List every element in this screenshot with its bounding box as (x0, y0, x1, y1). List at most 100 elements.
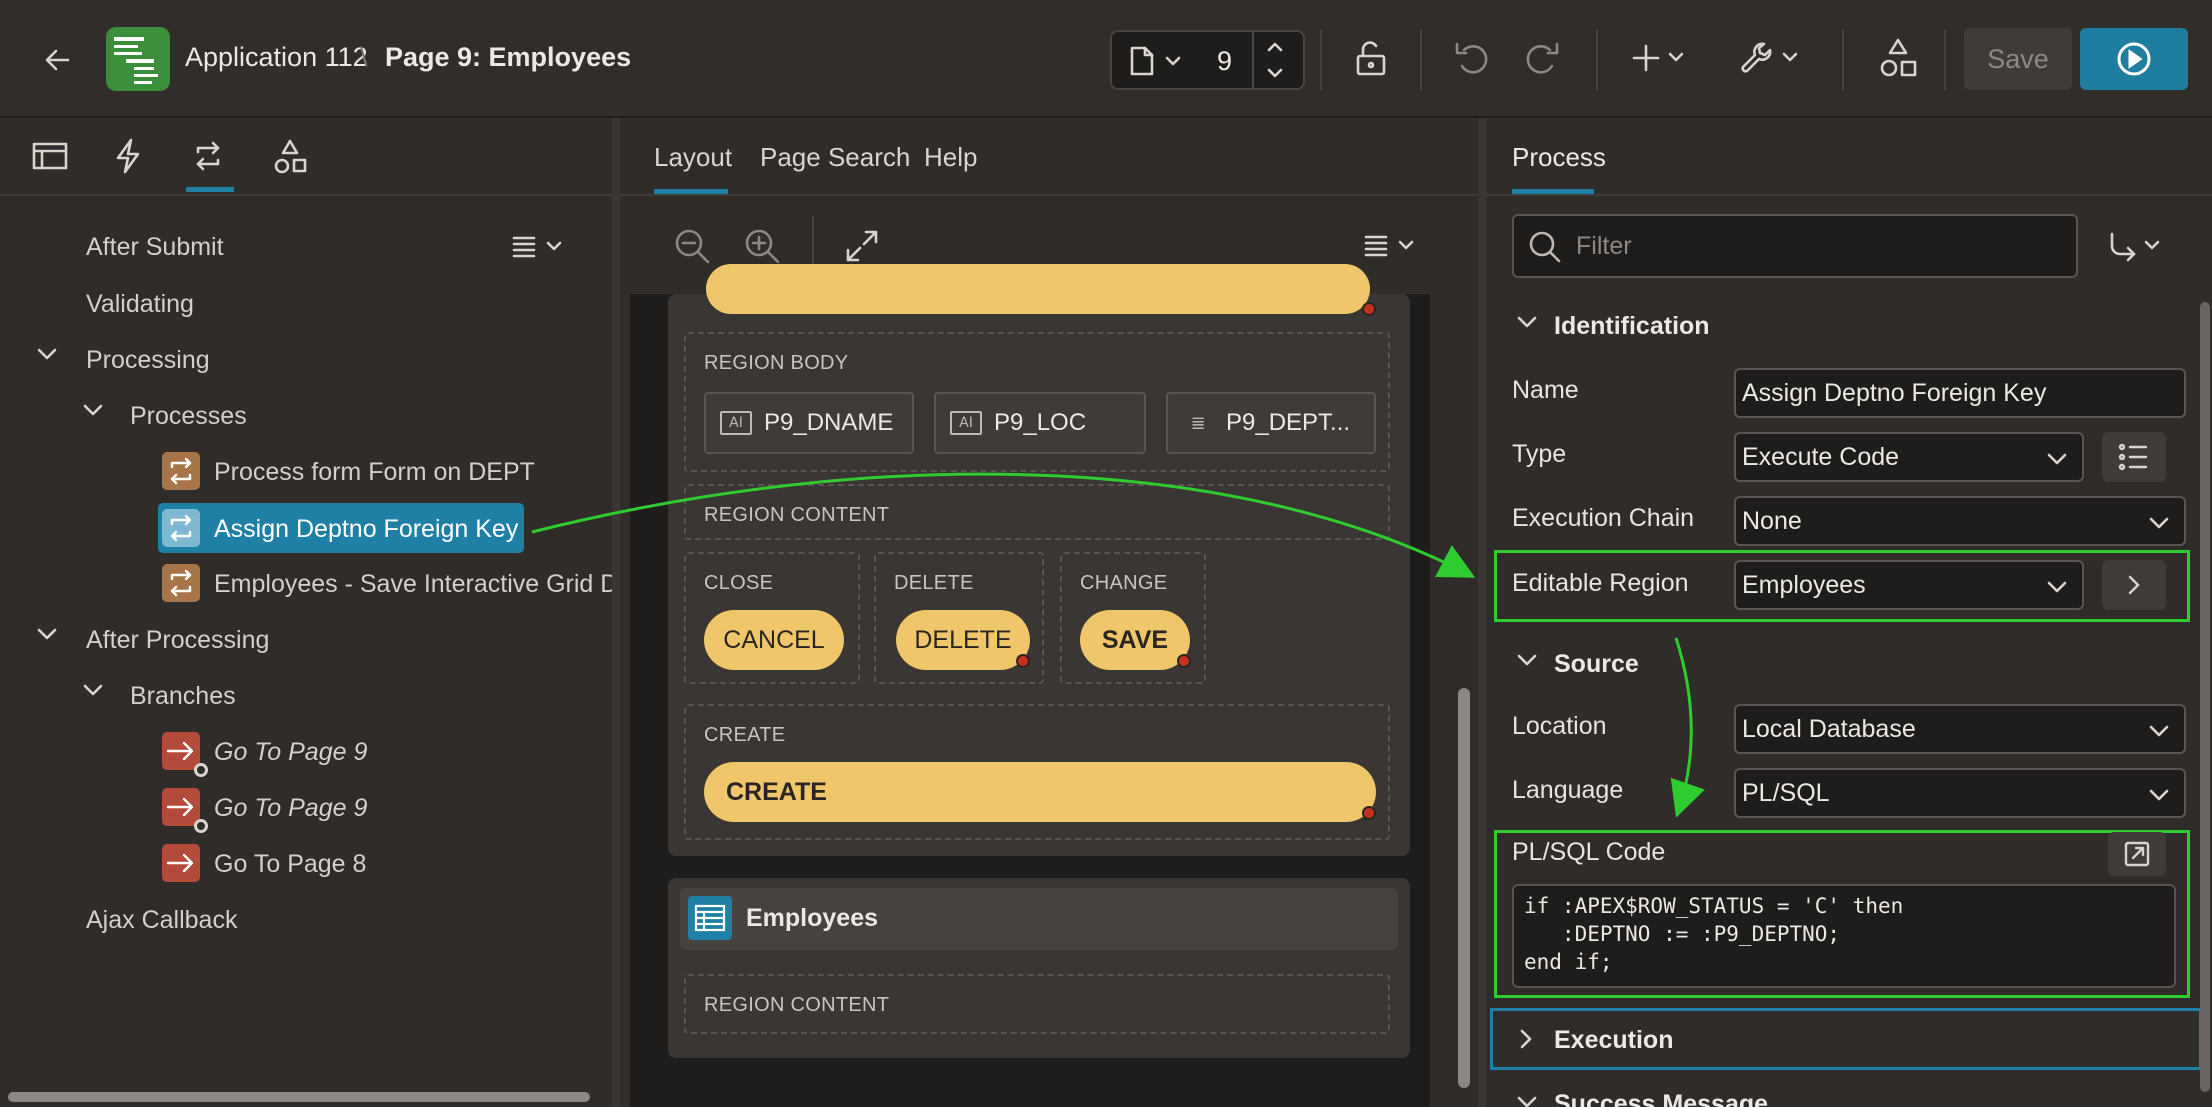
location-select[interactable]: Local Database (1734, 704, 2186, 754)
wrench-icon[interactable] (1738, 38, 1808, 78)
delete-slot-label: DELETE (894, 572, 974, 594)
section-success-message[interactable]: Success Message (1554, 1090, 1768, 1107)
chevron-right-icon[interactable] (1518, 1028, 1534, 1050)
page-down-icon[interactable] (1264, 64, 1286, 82)
chevron-down-icon (2046, 451, 2068, 467)
top-toolbar: Application 112 \ Page 9: Employees 9 Sa… (0, 0, 2212, 118)
execution-chain-select[interactable]: None (1734, 496, 2186, 546)
rendering-tab-icon[interactable] (32, 140, 68, 172)
unlock-icon[interactable] (1350, 38, 1390, 78)
tree-node-validating[interactable]: Validating (86, 290, 194, 319)
condition-dot-icon (194, 819, 208, 833)
center-tabs: Layout Page Search Help (620, 118, 1478, 196)
save-button[interactable]: Save (1964, 28, 2072, 90)
expand-code-editor-button[interactable] (2108, 832, 2166, 876)
change-slot-label: CHANGE (1080, 572, 1168, 594)
tree-node-processes[interactable]: Processes (130, 402, 247, 431)
chevron-down-icon[interactable] (1164, 54, 1182, 68)
vertical-scrollbar[interactable] (2200, 302, 2210, 1092)
language-label: Language (1512, 776, 1624, 804)
layout-panel: Layout Page Search Help REGION BODY AI P9… (620, 118, 1478, 1107)
undo-icon[interactable] (1452, 38, 1492, 78)
page-title: Page 9: Employees (385, 42, 632, 72)
tree-node-after-processing[interactable]: After Processing (86, 626, 269, 655)
condition-dot-icon (1177, 654, 1191, 668)
item-p9-deptno[interactable]: ≣ P9_DEPT... (1166, 392, 1376, 454)
horizontal-scrollbar[interactable] (8, 1092, 590, 1102)
vertical-scrollbar[interactable] (1458, 688, 1470, 1088)
page-up-icon[interactable] (1264, 38, 1286, 56)
chevron-down-icon[interactable] (1516, 314, 1538, 330)
tree-node-branch-1[interactable]: Go To Page 9 (214, 738, 367, 767)
zoom-in-icon[interactable] (742, 226, 782, 266)
go-to-region-button[interactable] (2102, 560, 2166, 610)
chevron-down-icon[interactable] (1516, 1094, 1538, 1107)
redo-icon[interactable] (1522, 38, 1562, 78)
employees-region-title: Employees (746, 904, 879, 932)
name-label: Name (1512, 376, 1579, 404)
chevron-down-icon (2148, 515, 2170, 531)
shared-components-tab-icon[interactable] (272, 138, 308, 176)
create-slot-label: CREATE (704, 724, 786, 746)
name-field[interactable]: Assign Deptno Foreign Key (1734, 368, 2186, 418)
chevron-down-icon[interactable] (1516, 652, 1538, 668)
type-select[interactable]: Execute Code (1734, 432, 2084, 482)
back-arrow-icon[interactable] (40, 42, 76, 78)
item-p9-dname[interactable]: AI P9_DNAME (704, 392, 914, 454)
tree-node-processing[interactable]: Processing (86, 346, 210, 375)
tree-node-branch-2[interactable]: Go To Page 9 (214, 794, 367, 823)
add-icon[interactable] (1630, 40, 1694, 76)
branch-icon (162, 732, 200, 770)
language-select[interactable]: PL/SQL (1734, 768, 2186, 818)
go-to-group-icon[interactable] (2106, 230, 2170, 262)
page-number[interactable]: 9 (1217, 46, 1232, 77)
item-p9-loc[interactable]: AI P9_LOC (934, 392, 1146, 454)
app-icon[interactable] (106, 27, 170, 91)
tab-help[interactable]: Help (924, 142, 977, 173)
cancel-button[interactable]: CANCEL (704, 610, 844, 670)
filter-input[interactable]: Filter (1512, 214, 2078, 278)
tree-node-employees-save[interactable]: Employees - Save Interactive Grid Data (214, 570, 612, 599)
tree-node-ajax-callback[interactable]: Ajax Callback (86, 906, 237, 935)
menu-icon[interactable] (510, 231, 570, 263)
shared-components-icon[interactable] (1878, 36, 1918, 80)
create-button[interactable]: CREATE (704, 762, 1376, 822)
editable-region-select[interactable]: Employees (1734, 560, 2084, 610)
employees-region-content-label: REGION CONTENT (704, 994, 890, 1016)
app-title[interactable]: Application 112 (185, 42, 368, 73)
section-identification[interactable]: Identification (1554, 312, 1710, 341)
chevron-down-icon[interactable] (36, 626, 58, 642)
tree-node-process-form[interactable]: Process form Form on DEPT (214, 458, 535, 487)
process-icon (162, 509, 200, 547)
type-list-button[interactable] (2102, 432, 2166, 482)
chevron-down-icon[interactable] (82, 682, 104, 698)
plsql-code-editor[interactable]: if :APEX$ROW_STATUS = 'C' then :DEPTNO :… (1512, 884, 2176, 988)
region-button-top[interactable] (706, 264, 1370, 314)
save-region-button[interactable]: SAVE (1080, 610, 1190, 670)
tab-page-search[interactable]: Page Search (760, 142, 910, 173)
tree-node-assign-deptno[interactable]: Assign Deptno Foreign Key (214, 515, 518, 544)
page-selector[interactable]: 9 (1110, 30, 1305, 90)
tab-layout[interactable]: Layout (654, 142, 732, 173)
region-content-label: REGION CONTENT (704, 504, 890, 526)
tree-node-branches[interactable]: Branches (130, 682, 236, 711)
chevron-down-icon[interactable] (82, 402, 104, 418)
tree-node-branch-3[interactable]: Go To Page 8 (214, 850, 366, 879)
filter-placeholder: Filter (1576, 232, 1632, 260)
left-panel: After Submit Validating Processing Proce… (0, 118, 620, 1107)
execution-chain-label: Execution Chain (1512, 504, 1695, 532)
tree-node-after-submit[interactable]: After Submit (86, 233, 224, 262)
processing-tab-icon[interactable] (190, 138, 226, 174)
tab-process[interactable]: Process (1512, 142, 1606, 173)
chevron-down-icon[interactable] (36, 346, 58, 362)
section-source[interactable]: Source (1554, 650, 1639, 679)
active-tab-indicator (186, 187, 234, 192)
section-execution[interactable]: Execution (1554, 1026, 1673, 1055)
run-page-button[interactable] (2080, 28, 2188, 90)
zoom-out-icon[interactable] (672, 226, 712, 266)
condition-dot-icon (1362, 806, 1376, 820)
delete-button[interactable]: DELETE (896, 610, 1030, 670)
menu-icon[interactable] (1362, 230, 1422, 262)
expand-icon[interactable] (844, 228, 880, 264)
dynamic-actions-tab-icon[interactable] (112, 138, 144, 174)
